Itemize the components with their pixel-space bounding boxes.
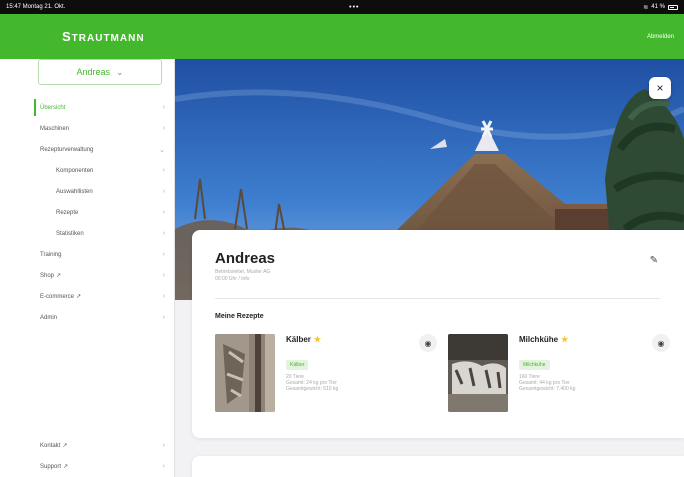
chevron-right-icon: › [162,125,165,132]
section-title-my-recipes: Meine Rezepte [215,313,264,320]
multitasking-dots[interactable]: ••• [349,4,359,11]
sidebar-bottom-nav: Kontakt ↗ › Support ↗ › [0,435,175,477]
sidebar-item-uebersicht[interactable]: Übersicht › [0,97,175,118]
chevron-down-icon: ⌄ [159,146,165,154]
close-button[interactable]: × [649,77,671,99]
sidebar-nav: Übersicht › Maschinen › Rezepturverwaltung… [0,97,175,328]
sidebar-item-statistiken[interactable]: Statistiken › [0,223,175,244]
logout-link[interactable]: Abmelden [647,34,674,40]
chevron-right-icon: › [162,167,165,174]
recipe-title: Milchkühe ★ [519,335,569,344]
sidebar-item-support[interactable]: Support ↗ › [0,456,175,477]
favorite-star-icon: ★ [313,335,322,344]
sidebar-item-admin[interactable]: Admin › [0,307,175,328]
status-bar: 15:47 Montag 21. Okt. ••• ≋ 41 % [0,0,684,14]
chevron-right-icon: › [162,314,165,321]
selected-user-label: Andreas [76,67,110,77]
sidebar-item-training[interactable]: Training › [0,244,175,265]
recipe-card-kaelber[interactable]: Kälber ★ Kälber 20 Tiere Gesamt: 24 kg pr… [215,334,440,414]
favorite-star-icon: ★ [561,335,569,344]
external-link-icon: ↗ [76,294,82,300]
edit-icon: ✎ [649,255,659,266]
view-recipe-button[interactable]: ◉ [652,334,670,352]
wifi-icon: ≋ [643,4,649,11]
profile-card: Andreas Betriebsleiter, Muster AG 00:00 … [192,230,684,438]
next-card [192,456,684,477]
sidebar-item-kontakt[interactable]: Kontakt ↗ › [0,435,175,456]
profile-meta: Betriebsleiter, Muster AG 00:00 Uhr / In… [215,269,271,282]
chevron-right-icon: › [162,463,165,470]
top-bar: STRAUTMANN Abmelden [0,14,684,59]
recipe-tag: Milchkühe [519,360,550,370]
view-recipe-button[interactable]: ◉ [419,334,437,352]
external-link-icon: ↗ [62,443,68,449]
battery-percent: 41 % [651,4,665,10]
status-right: ≋ 41 % [643,4,678,11]
recipe-details: 160 Tiere Gesamt: 44 kg pro Tier Gesamtg… [519,374,576,392]
recipe-tag: Kälber [286,360,309,370]
recipe-thumbnail [215,334,275,412]
battery-icon [667,4,678,10]
divider [215,298,660,299]
user-select-dropdown[interactable]: Andreas ⌄ [38,59,162,85]
chevron-right-icon: › [162,104,165,111]
sidebar-item-auswahllisten[interactable]: Auswahllisten › [0,181,175,202]
edit-profile-button[interactable]: ✎ [647,255,661,269]
recipe-title: Kälber ★ [286,335,322,344]
sidebar-item-maschinen[interactable]: Maschinen › [0,118,175,139]
chevron-right-icon: › [162,272,165,279]
external-link-icon: ↗ [56,273,62,279]
chevron-right-icon: › [162,251,165,258]
eye-icon: ◉ [657,338,665,348]
recipe-card-milchkuehe[interactable]: Milchkühe ★ Milchkühe 160 Tiere Gesamt: 4… [448,334,673,414]
brand-logo[interactable]: STRAUTMANN [62,29,145,44]
chevron-right-icon: › [162,188,165,195]
chevron-right-icon: › [162,442,165,449]
chevron-right-icon: › [162,293,165,300]
sidebar-item-rezepturverwaltung[interactable]: Rezepturverwaltung ⌄ [0,139,175,160]
profile-name: Andreas [215,250,276,267]
sidebar-item-rezepte[interactable]: Rezepte › [0,202,175,223]
sidebar-item-shop[interactable]: Shop ↗ › [0,265,175,286]
eye-icon: ◉ [424,338,432,348]
recipe-thumbnail [448,334,508,412]
status-time: 15:47 Montag 21. Okt. [6,4,66,10]
chevron-down-icon: ⌄ [115,66,124,77]
recipe-details: 20 Tiere Gesamt: 24 kg pro Tier Gesamtge… [286,374,339,392]
external-link-icon: ↗ [63,464,69,470]
sidebar: Andreas ⌄ Übersicht › Maschinen › Rezeptur… [0,59,175,477]
sidebar-item-ecommerce[interactable]: E-commerce ↗ › [0,286,175,307]
close-icon: × [656,81,664,95]
chevron-right-icon: › [162,209,165,216]
chevron-right-icon: › [162,230,165,237]
sidebar-item-komponenten[interactable]: Komponenten › [0,160,175,181]
